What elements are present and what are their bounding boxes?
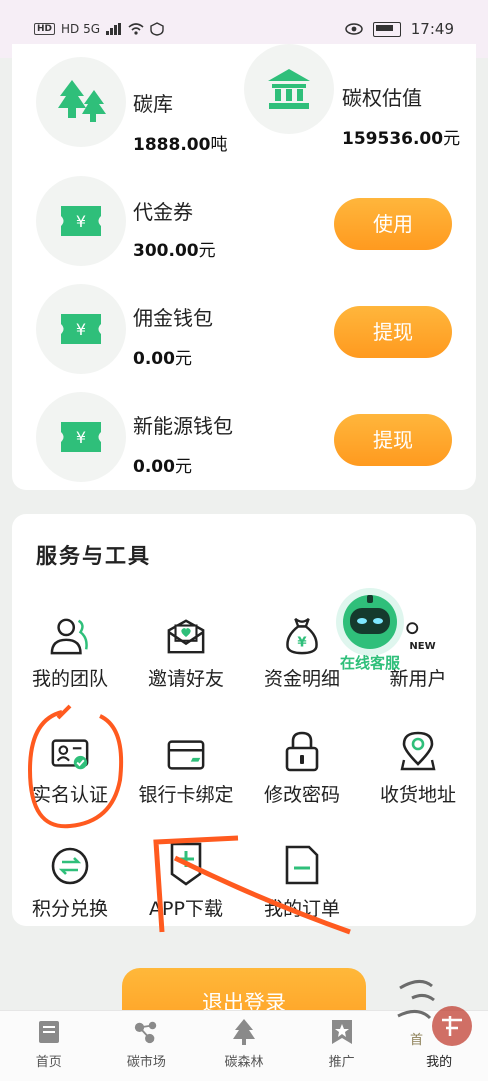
market-nodes-icon	[133, 1019, 159, 1045]
use-voucher-button[interactable]: 使用	[334, 198, 452, 250]
service-change-password[interactable]: 修改密码	[244, 726, 360, 822]
energy-ticket-icon: ¥	[36, 392, 126, 482]
voucher-ticket-icon: ¥	[36, 176, 126, 266]
voucher-value: 300.00元	[133, 241, 216, 261]
order-doc-icon	[282, 840, 322, 886]
hd-indicator: HD	[34, 23, 56, 35]
commission-wallet-value: 0.00元	[133, 349, 192, 369]
home-doc-icon	[36, 1019, 62, 1045]
service-invite-friends[interactable]: 邀请好友	[128, 610, 244, 706]
commission-wallet-title: 佣金钱包	[133, 306, 213, 330]
download-plus-icon	[166, 840, 206, 886]
seal-watermark-icon: 首	[390, 968, 480, 1068]
service-my-team[interactable]: 我的团队	[12, 610, 128, 706]
shield-status-icon	[150, 22, 164, 36]
energy-wallet-value: 0.00元	[133, 457, 192, 477]
trees-icon	[36, 57, 126, 147]
svg-text:¥: ¥	[76, 212, 86, 231]
tab-promote[interactable]: 推广	[293, 1011, 391, 1081]
status-time: 17:49	[410, 20, 454, 38]
battery-icon	[372, 21, 401, 37]
status-left: HD HD 5G	[34, 22, 164, 36]
team-icon	[50, 610, 90, 656]
service-points-exchange[interactable]: 积分兑换	[12, 840, 128, 936]
assets-card: 碳库 1888.00吨 碳权估值 159536.00元 ¥ 代金券 300.00…	[12, 44, 476, 490]
tab-home[interactable]: 首页	[0, 1011, 98, 1081]
carbon-valuation-title: 碳权估值	[342, 86, 422, 110]
services-title: 服务与工具	[36, 544, 151, 568]
svg-text:NEW: NEW	[409, 641, 435, 652]
svg-text:首: 首	[410, 1033, 423, 1048]
svg-text:¥: ¥	[76, 428, 86, 447]
commission-ticket-icon: ¥	[36, 284, 126, 374]
service-my-orders[interactable]: 我的订单	[244, 840, 360, 936]
money-bag-icon: ¥	[282, 610, 322, 656]
exchange-icon	[50, 840, 90, 886]
location-pin-icon	[398, 726, 438, 772]
withdraw-commission-button[interactable]: 提现	[334, 306, 452, 358]
tab-carbon-market[interactable]: 碳市场	[98, 1011, 196, 1081]
customer-service-label: 在线客服	[339, 654, 400, 672]
invite-envelope-icon	[166, 610, 206, 656]
svg-text:¥: ¥	[76, 320, 86, 339]
tab-carbon-forest[interactable]: 碳森林	[195, 1011, 293, 1081]
withdraw-energy-button[interactable]: 提现	[334, 414, 452, 466]
customer-service-button[interactable]: 在线客服	[332, 586, 408, 672]
eye-icon	[345, 23, 363, 35]
forest-icon	[231, 1019, 257, 1045]
carbon-stock-title: 碳库	[133, 92, 173, 116]
signal-icon	[106, 23, 122, 35]
voucher-title: 代金券	[133, 200, 193, 224]
carbon-stock-value: 1888.00吨	[133, 135, 228, 155]
service-app-download[interactable]: APP下载	[128, 840, 244, 936]
service-bind-bank-card[interactable]: 银行卡绑定	[128, 726, 244, 822]
carbon-valuation-value: 159536.00元	[342, 129, 461, 149]
svg-text:¥: ¥	[297, 635, 307, 650]
wifi-icon	[128, 23, 144, 35]
bank-card-icon	[166, 726, 206, 772]
id-card-icon	[50, 726, 90, 772]
energy-wallet-title: 新能源钱包	[133, 414, 233, 438]
lock-icon	[282, 726, 322, 772]
promote-star-icon	[329, 1019, 355, 1045]
status-right: 17:49	[345, 20, 454, 38]
service-real-name-auth[interactable]: 实名认证	[12, 726, 128, 822]
services-card: 服务与工具 我的团队 邀请好友 ¥ 资金明细 NEW 新用户 实名认证 银行卡绑…	[12, 514, 476, 926]
network-indicator: HD 5G	[61, 22, 101, 36]
bank-icon	[244, 44, 334, 134]
service-shipping-address[interactable]: 收货地址	[360, 726, 476, 822]
